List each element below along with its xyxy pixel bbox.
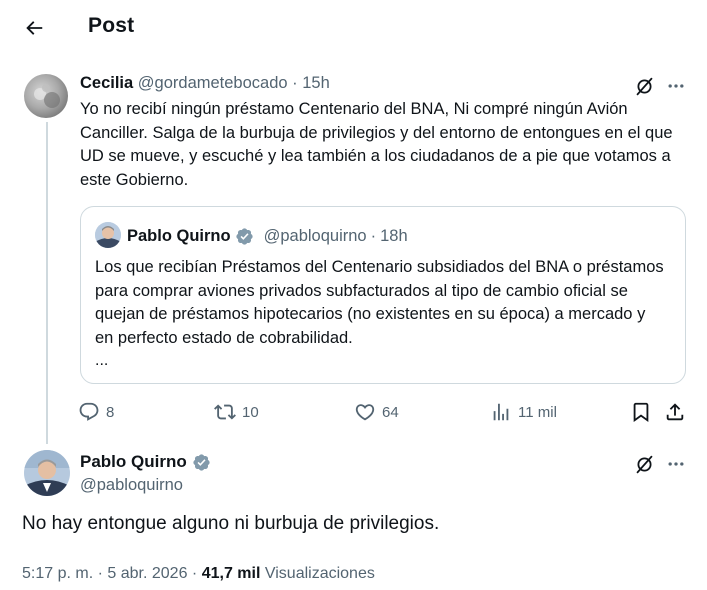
- thread-connector: [46, 122, 48, 444]
- main-author-row: Pablo Quirno: [80, 452, 211, 472]
- bookmark-icon: [633, 402, 649, 423]
- quote-timestamp[interactable]: 18h: [380, 227, 408, 246]
- post-header: Post: [0, 0, 707, 56]
- main-post-views-label: Visualizaciones: [264, 565, 375, 582]
- views-icon: [493, 403, 509, 421]
- reply-count: 8: [106, 403, 115, 421]
- verified-badge-icon: [235, 228, 253, 245]
- views-action-button[interactable]: 11 mil: [490, 398, 557, 426]
- reply-grok-button[interactable]: [632, 74, 656, 98]
- avatar-cecilia[interactable]: [24, 74, 68, 118]
- like-count: 64: [382, 403, 399, 421]
- main-post-time[interactable]: 5:17 p. m.: [22, 565, 93, 582]
- quote-text: Los que recibían Préstamos del Centenari…: [95, 258, 664, 347]
- main-post-meta: 5:17 p. m. · 5 abr. 2026 · 41,7 mil Visu…: [22, 565, 375, 583]
- reply-author-name[interactable]: Cecilia: [80, 74, 133, 92]
- repost-action-button[interactable]: 10: [214, 398, 259, 426]
- share-action-button[interactable]: [664, 398, 686, 426]
- share-icon: [666, 403, 684, 421]
- back-button[interactable]: [18, 12, 50, 44]
- repost-icon: [214, 404, 236, 420]
- verified-badge-icon: [193, 453, 210, 471]
- bookmark-action-button[interactable]: [630, 398, 652, 426]
- more-icon: [668, 462, 684, 466]
- quote-separator: ·: [370, 227, 377, 245]
- main-post-text: No hay entongue alguno ni burbuja de pri…: [22, 513, 440, 534]
- main-post-views-count: 41,7 mil: [201, 565, 261, 582]
- grok-icon: [636, 455, 652, 473]
- reply-author-handle[interactable]: @gordametebocado: [138, 74, 288, 92]
- main-more-button[interactable]: [664, 452, 688, 476]
- reply-header: Cecilia @gordametebocado · 15h: [80, 74, 330, 93]
- quoted-post-card[interactable]: Pablo Quirno @pabloquirno · 18h Los que …: [80, 206, 686, 384]
- meta-separator-1: ·: [97, 565, 103, 582]
- more-icon: [668, 84, 684, 88]
- back-arrow-icon: [26, 21, 43, 35]
- repost-count: 10: [242, 403, 259, 421]
- reply-text: Yo no recibí ningún préstamo Centenario …: [80, 100, 673, 189]
- avatar-pablo-quote: [95, 222, 121, 248]
- main-author-name[interactable]: Pablo Quirno: [80, 452, 187, 472]
- meta-separator-2: ·: [191, 565, 198, 582]
- page-title: Post: [88, 14, 135, 37]
- reply-timestamp[interactable]: 15h: [302, 74, 330, 92]
- like-icon: [355, 404, 375, 421]
- quote-show-more: ...: [95, 352, 109, 369]
- reply-action-bar: 8 10 64 11 mil: [78, 398, 698, 426]
- main-grok-button[interactable]: [632, 452, 656, 476]
- quote-author-name[interactable]: Pablo Quirno: [127, 227, 231, 246]
- quote-author-handle[interactable]: @pabloquirno: [264, 227, 367, 246]
- reply-more-button[interactable]: [664, 74, 688, 98]
- reply-icon: [79, 402, 99, 421]
- reply-separator: ·: [292, 74, 298, 92]
- views-count: 11 mil: [518, 403, 557, 421]
- reply-action-button[interactable]: 8: [78, 398, 114, 426]
- avatar-pablo-main[interactable]: [24, 450, 70, 496]
- like-action-button[interactable]: 64: [354, 398, 399, 426]
- quote-header: Pablo Quirno @pabloquirno · 18h: [127, 227, 408, 246]
- main-post-date[interactable]: 5 abr. 2026: [107, 565, 187, 582]
- grok-icon: [636, 77, 652, 95]
- main-author-handle[interactable]: @pabloquirno: [80, 476, 183, 495]
